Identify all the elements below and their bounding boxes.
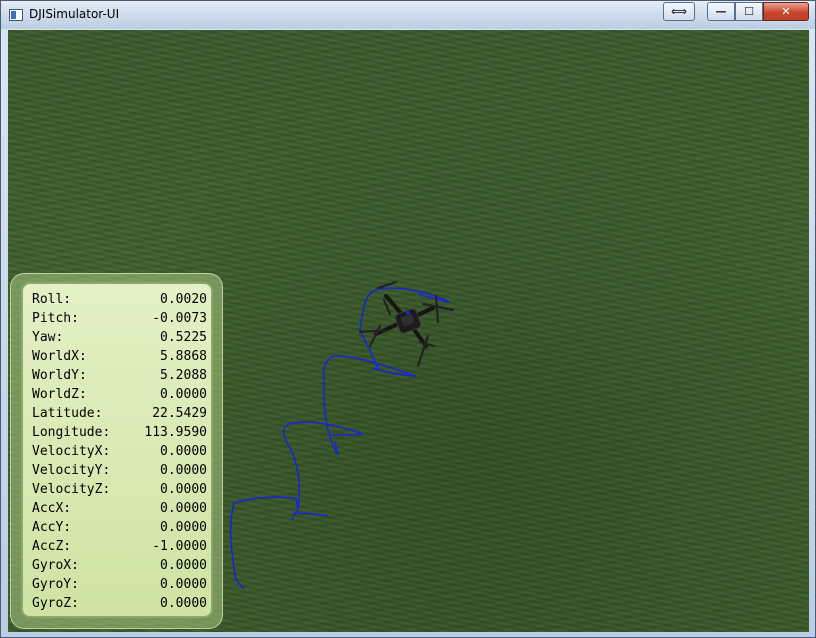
simulation-viewport[interactable]: Roll: 0.0020 Pitch: -0.0073 Yaw: 0.5225 Wor… xyxy=(8,30,809,632)
telemetry-row-accx: AccX: 0.0000 xyxy=(32,499,207,518)
resize-toggle-button[interactable]: ⟺ xyxy=(663,2,695,21)
telemetry-value: -0.0073 xyxy=(152,311,207,326)
drone-propeller xyxy=(376,280,398,290)
telemetry-label: GyroZ: xyxy=(32,596,79,611)
telemetry-row-velocityx: VelocityX: 0.0000 xyxy=(32,442,207,461)
telemetry-label: VelocityY: xyxy=(32,463,111,478)
telemetry-row-gyrox: GyroX: 0.0000 xyxy=(32,556,207,575)
telemetry-value: -1.0000 xyxy=(152,539,207,554)
telemetry-value: 113.9590 xyxy=(144,425,207,440)
telemetry-row-worldy: WorldY: 5.2088 xyxy=(32,366,207,385)
telemetry-row-worldx: WorldX: 5.8868 xyxy=(32,347,207,366)
maximize-button[interactable]: ☐ xyxy=(735,2,763,21)
telemetry-value: 5.8868 xyxy=(160,349,207,364)
telemetry-value: 0.0000 xyxy=(160,463,207,478)
telemetry-label: AccZ: xyxy=(32,539,72,554)
telemetry-label: Pitch: xyxy=(32,311,79,326)
telemetry-row-accz: AccZ: -1.0000 xyxy=(32,537,207,556)
drone-model xyxy=(358,280,455,368)
telemetry-label: Roll: xyxy=(32,292,72,307)
telemetry-row-gyroy: GyroY: 0.0000 xyxy=(32,575,207,594)
window-title: DJISimulator-UI xyxy=(29,7,120,21)
drone-marker xyxy=(406,311,410,315)
telemetry-value: 0.0000 xyxy=(160,577,207,592)
telemetry-row-latitude: Latitude: 22.5429 xyxy=(32,404,207,423)
telemetry-row-roll: Roll: 0.0020 xyxy=(32,290,207,309)
telemetry-row-velocityy: VelocityY: 0.0000 xyxy=(32,461,207,480)
telemetry-value: 0.0000 xyxy=(160,520,207,535)
telemetry-value: 5.2088 xyxy=(160,368,207,383)
telemetry-value: 0.0020 xyxy=(160,292,207,307)
telemetry-label: WorldX: xyxy=(32,349,87,364)
telemetry-value: 0.0000 xyxy=(160,482,207,497)
telemetry-row-pitch: Pitch: -0.0073 xyxy=(32,309,207,328)
app-icon xyxy=(9,9,23,21)
telemetry-row-longitude: Longitude: 113.9590 xyxy=(32,423,207,442)
telemetry-value: 0.0000 xyxy=(160,558,207,573)
telemetry-value: 0.0000 xyxy=(160,444,207,459)
telemetry-panel: Roll: 0.0020 Pitch: -0.0073 Yaw: 0.5225 Wor… xyxy=(21,282,213,618)
trajectory-branch xyxy=(291,361,379,521)
telemetry-row-velocityz: VelocityZ: 0.0000 xyxy=(32,480,207,499)
telemetry-label: AccX: xyxy=(32,501,72,516)
drone-propeller xyxy=(368,324,382,348)
simulator-window: DJISimulator-UI ⟺ — ☐ ✕ Roll: 0.0020 Pit… xyxy=(0,0,816,638)
telemetry-row-worldz: WorldZ: 0.0000 xyxy=(32,385,207,404)
close-button[interactable]: ✕ xyxy=(763,2,809,21)
telemetry-label: GyroX: xyxy=(32,558,79,573)
telemetry-label: GyroY: xyxy=(32,577,79,592)
telemetry-row-yaw: Yaw: 0.5225 xyxy=(32,328,207,347)
telemetry-label: WorldY: xyxy=(32,368,87,383)
telemetry-label: VelocityZ: xyxy=(32,482,111,497)
title-bar[interactable]: DJISimulator-UI ⟺ — ☐ ✕ xyxy=(1,1,815,29)
telemetry-label: VelocityX: xyxy=(32,444,111,459)
telemetry-label: AccY: xyxy=(32,520,72,535)
telemetry-value: 0.0000 xyxy=(160,387,207,402)
telemetry-label: Latitude: xyxy=(32,406,103,421)
telemetry-row-gyroz: GyroZ: 0.0000 xyxy=(32,594,207,613)
telemetry-value: 0.0000 xyxy=(160,596,207,611)
telemetry-row-accy: AccY: 0.0000 xyxy=(32,518,207,537)
telemetry-label: Longitude: xyxy=(32,425,111,440)
telemetry-value: 0.0000 xyxy=(160,501,207,516)
telemetry-value: 22.5429 xyxy=(152,406,207,421)
telemetry-value: 0.5225 xyxy=(160,330,207,345)
telemetry-label: WorldZ: xyxy=(32,387,87,402)
telemetry-label: Yaw: xyxy=(32,330,64,345)
minimize-button[interactable]: — xyxy=(707,2,735,21)
